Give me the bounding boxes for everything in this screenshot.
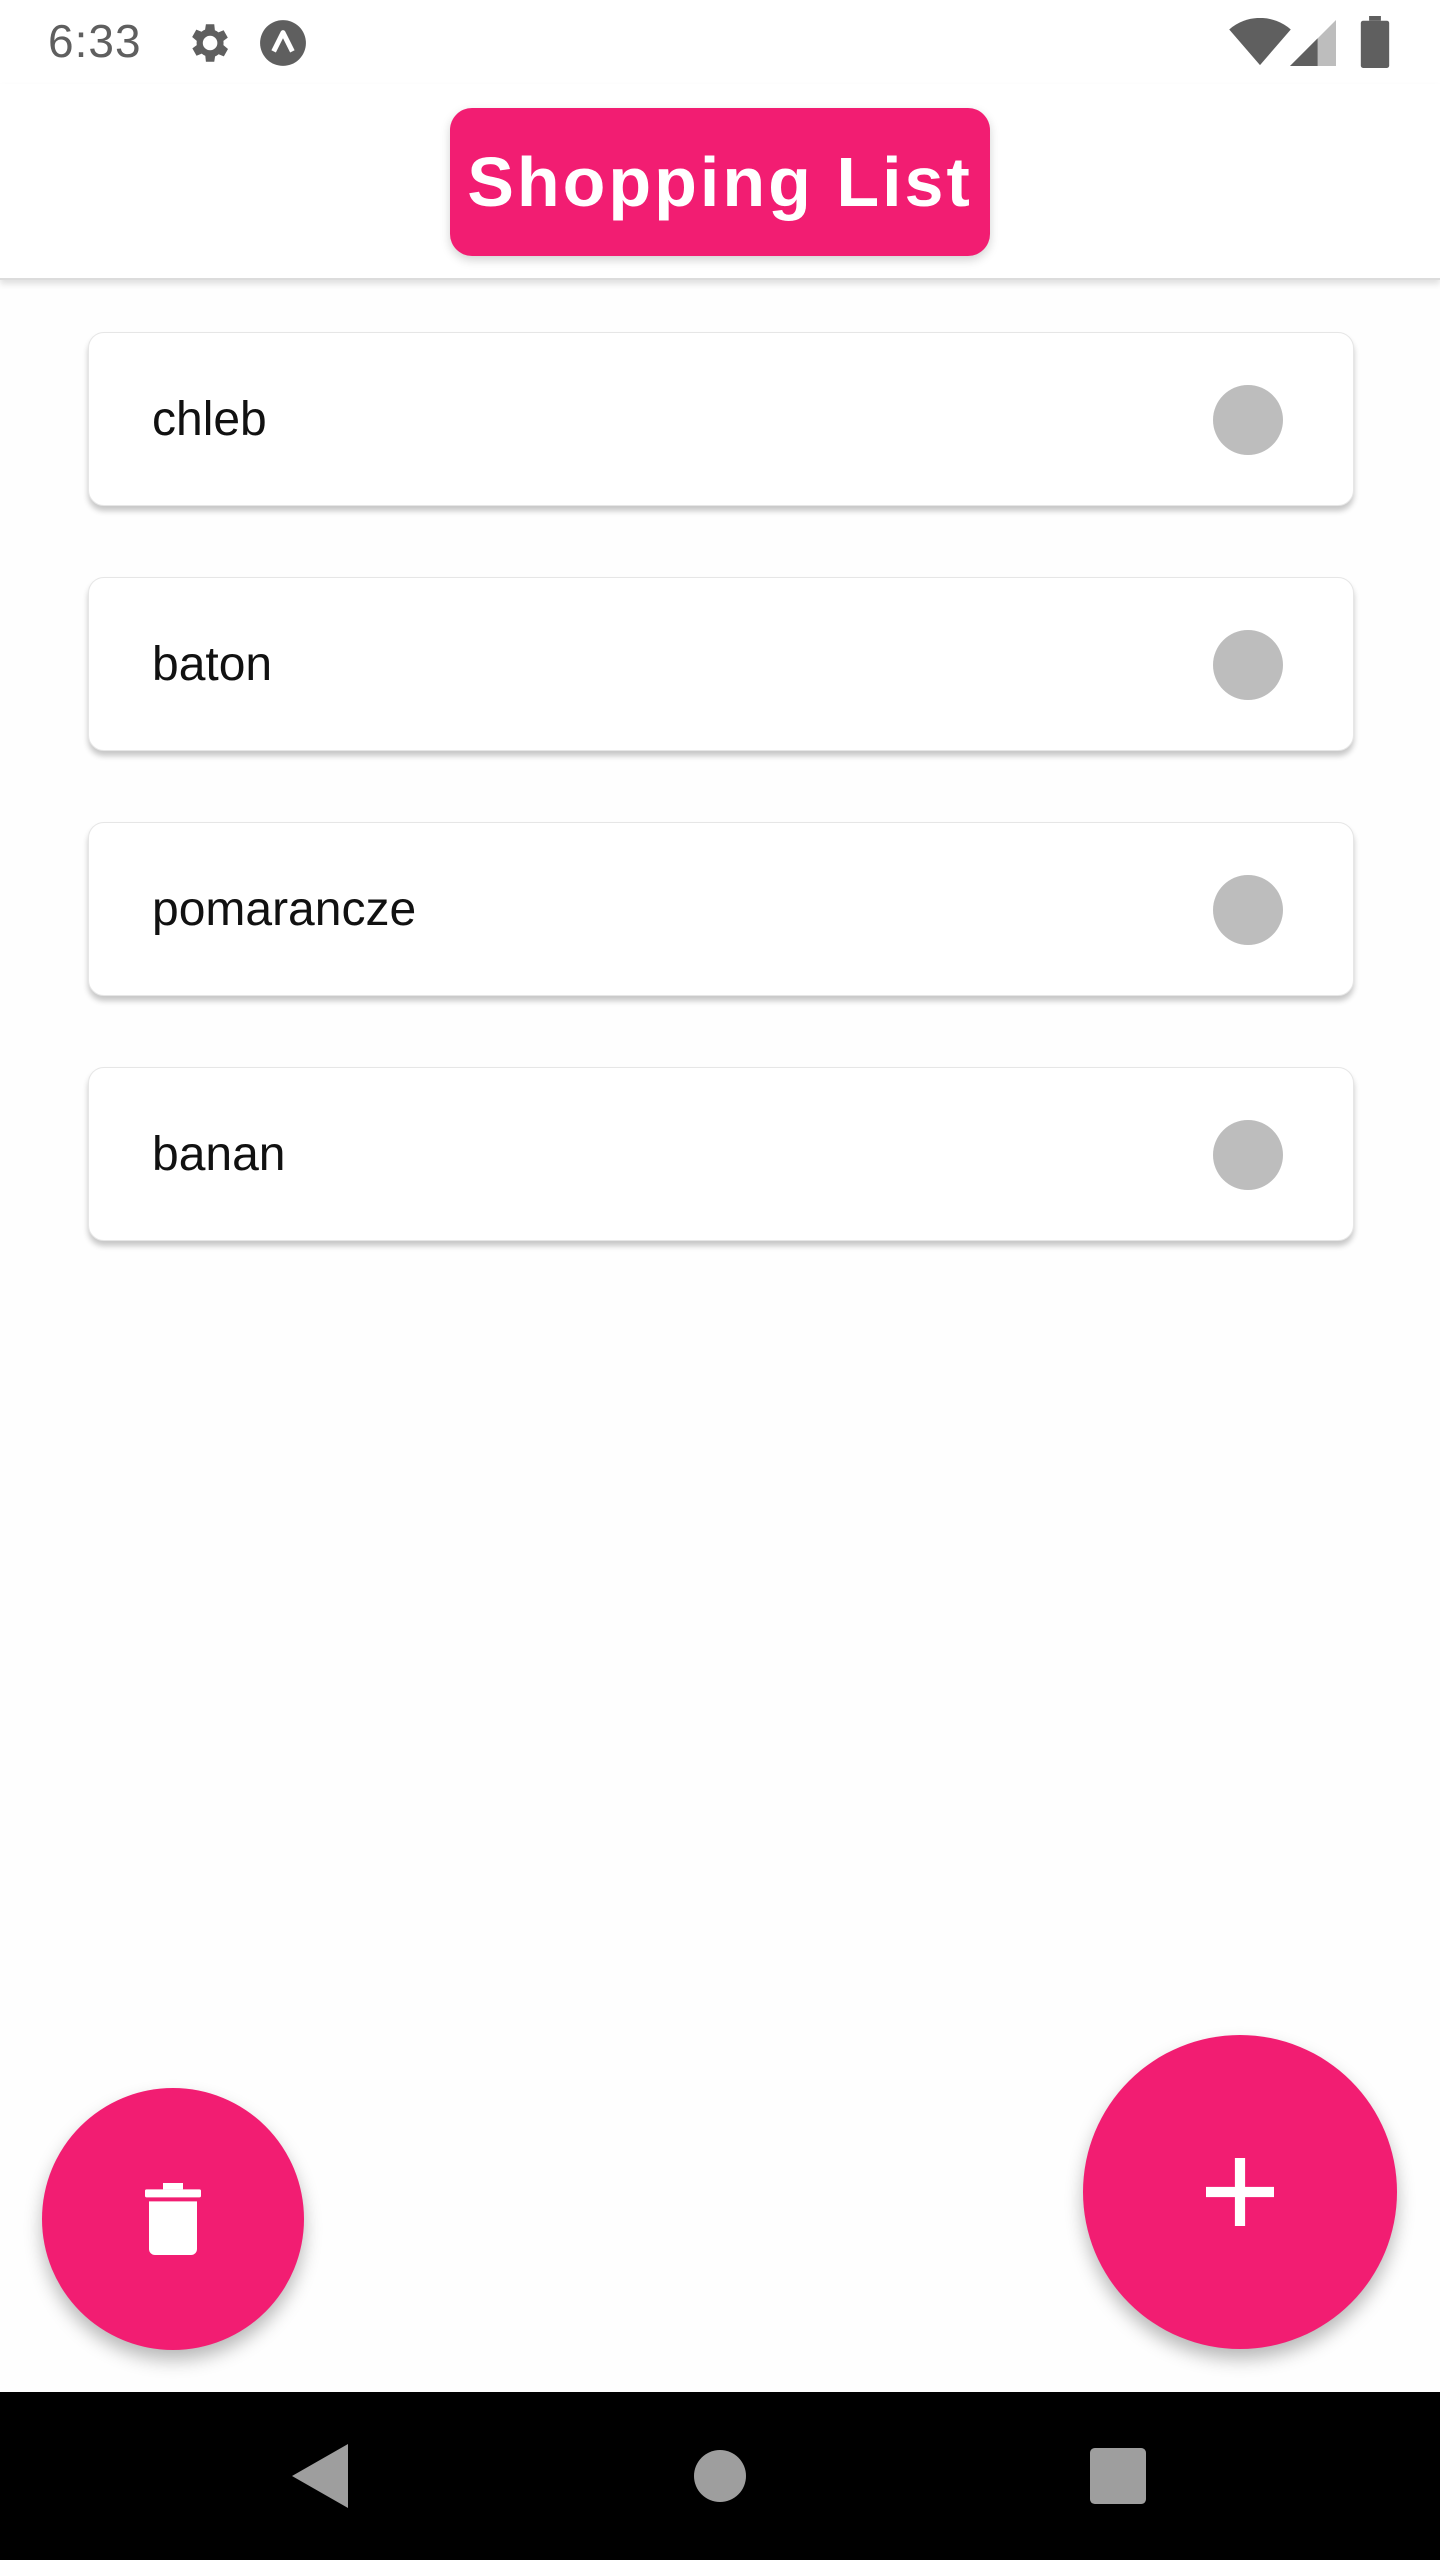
wifi-icon — [1229, 18, 1291, 66]
shopping-list: chleb baton pomarancze banan — [88, 332, 1354, 1312]
status-bar: 6:33 — [0, 0, 1440, 84]
list-item-label: pomarancze — [152, 883, 417, 936]
status-time: 6:33 — [48, 15, 142, 67]
title-badge: Shopping List — [450, 108, 990, 256]
add-item-button[interactable] — [1083, 2035, 1397, 2349]
list-item[interactable]: baton — [88, 577, 1354, 751]
system-nav-bar — [0, 2392, 1440, 2560]
trash-icon — [145, 2183, 201, 2255]
signal-icon — [1290, 20, 1336, 66]
list-item[interactable]: pomarancze — [88, 822, 1354, 996]
expo-icon — [260, 20, 306, 66]
checkbox-circle[interactable] — [1213, 875, 1283, 945]
list-item-label: baton — [152, 638, 273, 691]
list-item[interactable]: chleb — [88, 332, 1354, 506]
list-item-label: banan — [152, 1128, 286, 1181]
app-header: Shopping List — [0, 84, 1440, 280]
home-icon[interactable] — [680, 2436, 760, 2516]
checkbox-circle[interactable] — [1213, 1120, 1283, 1190]
recents-icon[interactable] — [1078, 2436, 1158, 2516]
plus-icon — [1206, 2158, 1274, 2226]
delete-button[interactable] — [42, 2088, 304, 2350]
checkbox-circle[interactable] — [1213, 630, 1283, 700]
page-title: Shopping List — [467, 143, 973, 221]
gear-icon — [192, 24, 228, 62]
battery-icon — [1360, 16, 1390, 68]
checkbox-circle[interactable] — [1213, 385, 1283, 455]
back-icon[interactable] — [280, 2436, 360, 2516]
list-item-label: chleb — [152, 393, 267, 446]
list-item[interactable]: banan — [88, 1067, 1354, 1241]
